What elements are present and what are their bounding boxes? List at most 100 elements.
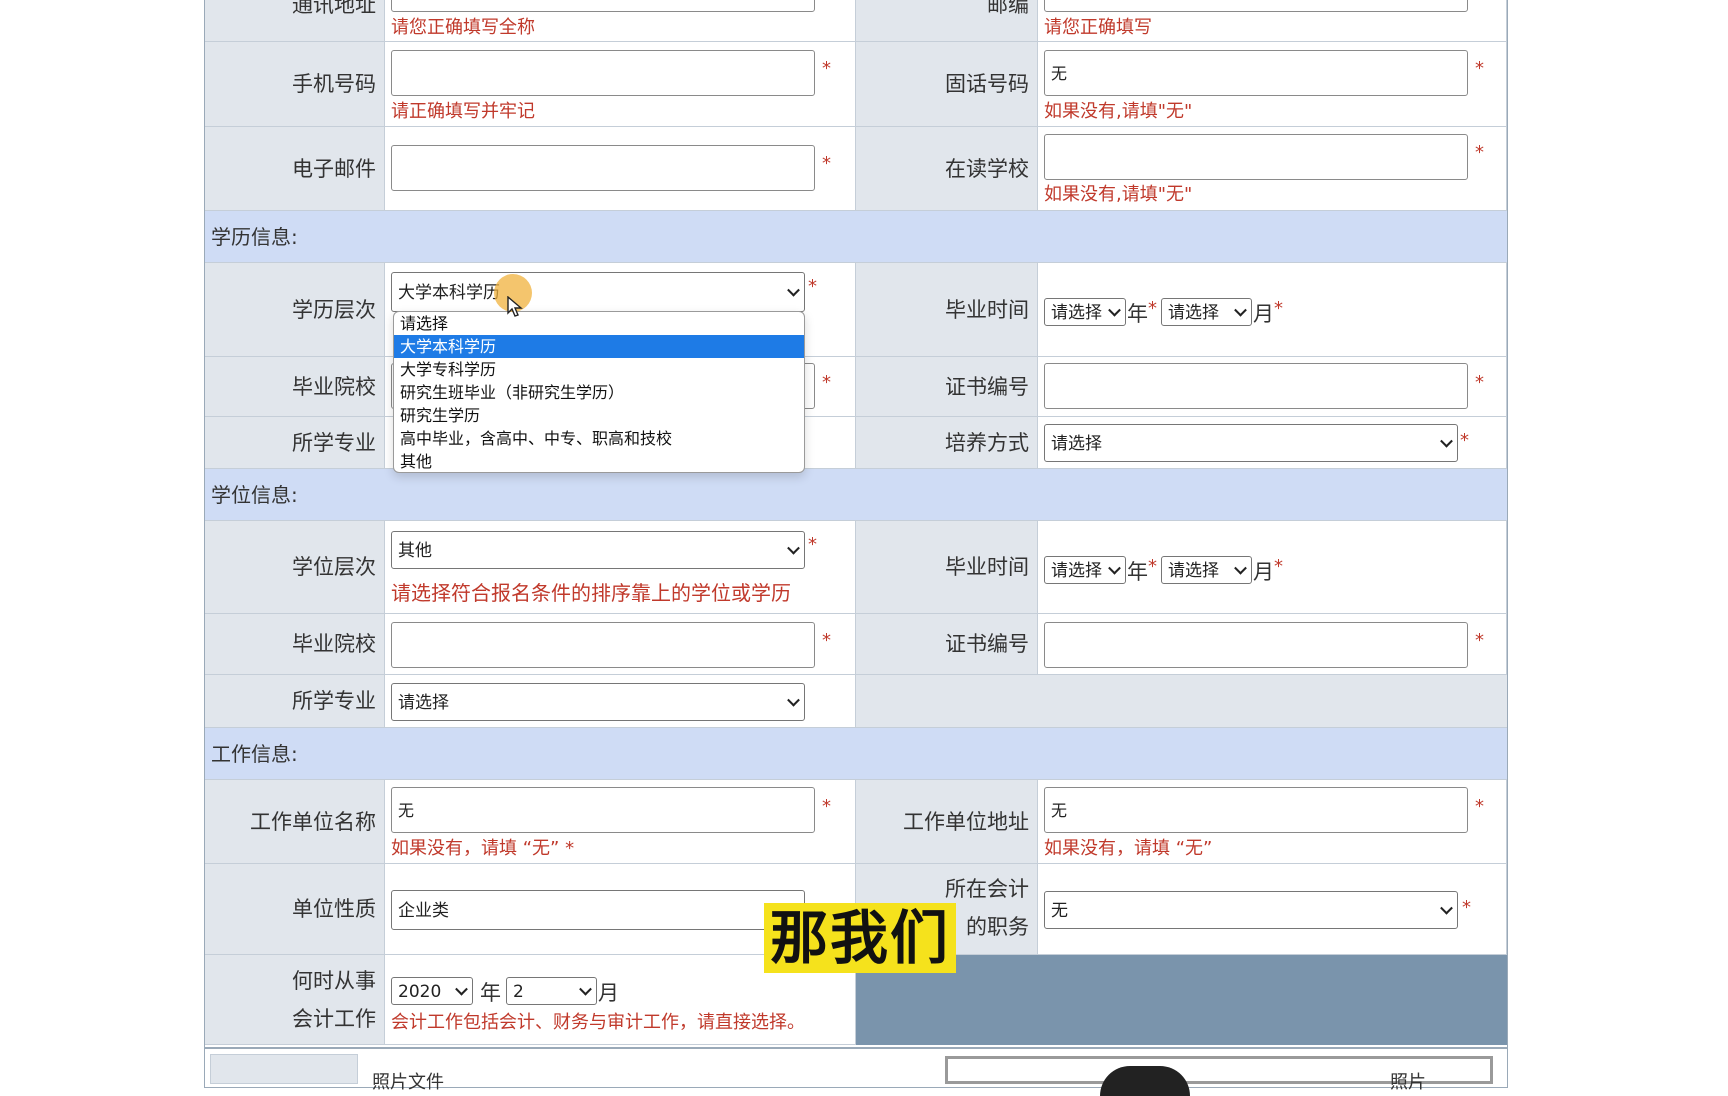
deg-level-select[interactable]: 其他 xyxy=(391,531,805,569)
chevron-down-icon xyxy=(1108,561,1121,575)
email-label: 电子邮件 xyxy=(205,127,385,211)
unit-name-input[interactable]: 无 xyxy=(391,787,815,833)
edu-level-option[interactable]: 高中毕业，含高中、中专、职高和技校 xyxy=(394,427,804,450)
landline-label: 固话号码 xyxy=(856,42,1038,127)
deg-cert-input[interactable] xyxy=(1044,622,1468,668)
unit-name-hint: 如果没有，请填 “无” * xyxy=(391,838,575,859)
address-hint: 请您正确填写全称 xyxy=(391,17,535,38)
deg-cert-required-mark: * xyxy=(1475,630,1484,651)
video-caption: 那我们 xyxy=(764,903,957,973)
deg-major-label: 所学专业 xyxy=(205,675,385,728)
deg-school-required-mark: * xyxy=(822,630,831,651)
edu-level-label: 学历层次 xyxy=(205,263,385,357)
post-select[interactable]: 无 xyxy=(1044,891,1458,929)
unit-addr-label: 工作单位地址 xyxy=(856,780,1038,864)
edu-level-option-selected[interactable]: 大学本科学历 xyxy=(394,335,804,358)
edu-year-unit: 年 xyxy=(1127,302,1148,326)
deg-month-required-mark: * xyxy=(1274,556,1283,577)
deg-year-select[interactable]: 请选择 xyxy=(1044,556,1126,584)
edu-cert-required-mark: * xyxy=(1475,372,1484,393)
deg-major-select[interactable]: 请选择 xyxy=(391,683,805,721)
empty-cell xyxy=(856,675,1507,728)
mobile-hint: 请正确填写并牢记 xyxy=(391,101,535,122)
deg-school-input[interactable] xyxy=(391,622,815,668)
edu-school-required-mark: * xyxy=(822,372,831,393)
photo-label: 照片 xyxy=(1390,1072,1426,1093)
unit-nature-select[interactable]: 企业类 xyxy=(391,890,805,930)
post-required-mark: * xyxy=(1462,897,1471,918)
degree-section-header: 学位信息: xyxy=(205,469,1507,521)
deg-year-required-mark: * xyxy=(1148,556,1157,577)
mobile-required-mark: * xyxy=(822,58,831,79)
chevron-down-icon xyxy=(1108,303,1121,317)
chevron-down-icon xyxy=(1440,901,1453,915)
edu-training-select[interactable]: 请选择 xyxy=(1044,424,1458,462)
landline-required-mark: * xyxy=(1475,58,1484,79)
edu-level-dropdown[interactable]: 请选择 大学本科学历 大学专科学历 研究生班毕业（非研究生学历） 研究生学历 高… xyxy=(393,311,805,473)
since-year-select[interactable]: 2020 xyxy=(391,977,473,1005)
edu-year-required-mark: * xyxy=(1148,298,1157,319)
landline-input[interactable]: 无 xyxy=(1044,50,1468,96)
mobile-input[interactable] xyxy=(391,50,815,96)
deg-level-label: 学位层次 xyxy=(205,521,385,614)
mobile-label: 手机号码 xyxy=(205,42,385,127)
education-section-header: 学历信息: xyxy=(205,211,1507,263)
unit-nature-label: 单位性质 xyxy=(205,864,385,955)
landline-hint: 如果没有,请填"无" xyxy=(1044,101,1193,122)
unit-name-label: 工作单位名称 xyxy=(205,780,385,864)
since-label: 何时从事 会计工作 xyxy=(205,955,385,1045)
school-required-mark: * xyxy=(1475,142,1484,163)
chevron-down-icon xyxy=(1234,303,1247,317)
edu-cert-input[interactable] xyxy=(1044,363,1468,409)
edu-level-option[interactable]: 研究生班毕业（非研究生学历） xyxy=(394,381,804,404)
school-input[interactable] xyxy=(1044,134,1468,180)
edu-level-option[interactable]: 请选择 xyxy=(394,312,804,335)
deg-gradtime-label: 毕业时间 xyxy=(856,521,1038,614)
school-hint: 如果没有,请填"无" xyxy=(1044,184,1193,205)
edu-cert-label: 证书编号 xyxy=(856,357,1038,417)
chevron-down-icon xyxy=(1234,561,1247,575)
edu-training-label: 培养方式 xyxy=(856,417,1038,469)
email-input[interactable] xyxy=(391,145,815,191)
deg-month-select[interactable]: 请选择 xyxy=(1161,556,1252,584)
edu-level-select[interactable]: 大学本科学历 xyxy=(391,272,805,312)
address-label: 通讯地址 xyxy=(205,0,385,42)
edu-level-required-mark: * xyxy=(808,276,817,297)
edu-month-select[interactable]: 请选择 xyxy=(1161,298,1252,326)
edu-level-option[interactable]: 研究生学历 xyxy=(394,404,804,427)
chevron-down-icon xyxy=(787,541,800,555)
edu-month-unit: 月 xyxy=(1253,302,1274,326)
edu-school-label: 毕业院校 xyxy=(205,357,385,417)
address-input[interactable] xyxy=(391,0,815,12)
unit-name-required-mark: * xyxy=(822,796,831,817)
postcode-label: 邮编 xyxy=(856,0,1038,42)
unit-addr-hint: 如果没有，请填 “无” xyxy=(1044,838,1213,859)
school-label: 在读学校 xyxy=(856,127,1038,211)
edu-year-select[interactable]: 请选择 xyxy=(1044,298,1126,326)
chevron-down-icon xyxy=(1440,434,1453,448)
unit-addr-input[interactable]: 无 xyxy=(1044,787,1468,833)
edu-level-option[interactable]: 大学专科学历 xyxy=(394,358,804,381)
work-section-header: 工作信息: xyxy=(205,728,1507,780)
deg-month-unit: 月 xyxy=(1253,560,1274,584)
chevron-down-icon xyxy=(787,693,800,707)
deg-level-hint: 请选择符合报名条件的排序靠上的学位或学历 xyxy=(391,581,791,605)
deg-school-label: 毕业院校 xyxy=(205,614,385,675)
postcode-hint: 请您正确填写 xyxy=(1044,17,1152,38)
deg-cert-label: 证书编号 xyxy=(856,614,1038,675)
edu-gradtime-label: 毕业时间 xyxy=(856,263,1038,357)
email-required-mark: * xyxy=(822,153,831,174)
photo-file-label: 照片文件 xyxy=(372,1072,444,1093)
chevron-down-icon xyxy=(579,982,592,996)
postcode-input[interactable] xyxy=(1044,0,1468,12)
chevron-down-icon xyxy=(455,982,468,996)
since-month-unit: 月 xyxy=(598,981,619,1005)
photo-portrait xyxy=(1100,1066,1190,1096)
deg-level-required-mark: * xyxy=(808,534,817,555)
chevron-down-icon xyxy=(787,283,800,297)
edu-level-option[interactable]: 其他 xyxy=(394,450,804,472)
since-month-select[interactable]: 2 xyxy=(506,977,597,1005)
unit-addr-required-mark: * xyxy=(1475,796,1484,817)
mouse-cursor-icon xyxy=(507,296,523,317)
edu-month-required-mark: * xyxy=(1274,298,1283,319)
